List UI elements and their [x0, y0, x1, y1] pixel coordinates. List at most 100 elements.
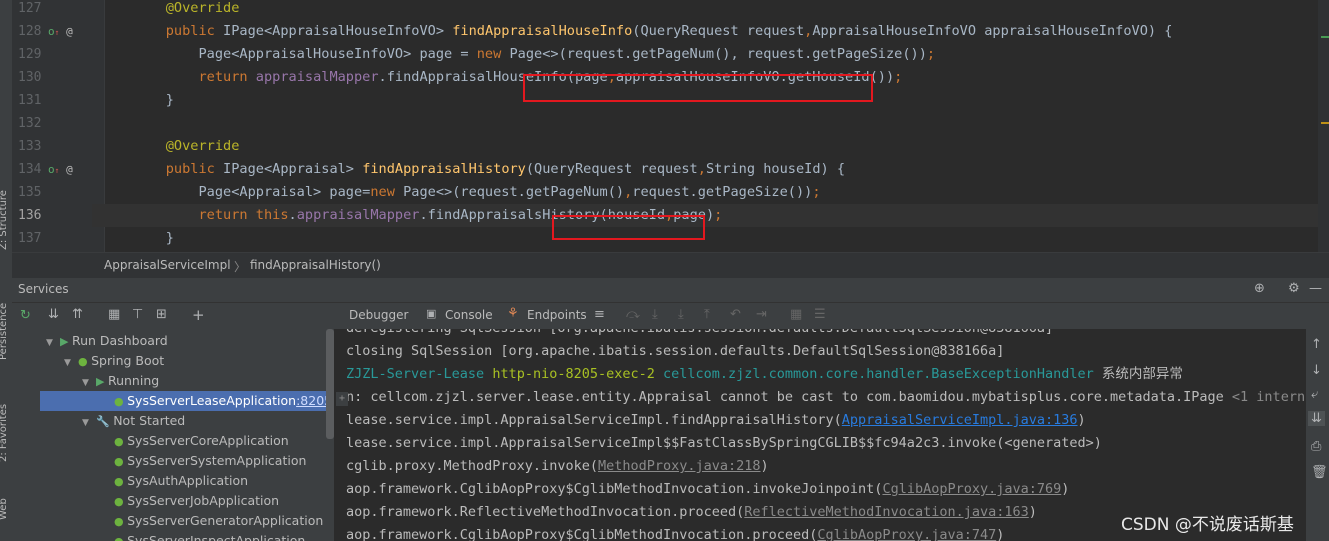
tab-console[interactable]: Console — [445, 308, 493, 322]
stacktrace-link[interactable]: CglibAopProxy.java:769 — [882, 481, 1061, 497]
console-line: ZJZL-Server-Lease http-nio-8205-exec-2 c… — [346, 366, 1183, 382]
tree-toggle-icon[interactable]: ▼ — [82, 373, 96, 393]
code-editor[interactable]: 127 @Override 128 o↑ @ public IPage<Apprai… — [12, 0, 1329, 252]
structure-tab[interactable]: Z: Structure — [0, 190, 9, 250]
breadcrumb: AppraisalServiceImpl 〉 findAppraisalHist… — [12, 252, 1329, 278]
up-arrow-icon[interactable]: ↑ — [1311, 337, 1322, 352]
code-line[interactable]: 133 @Override — [12, 135, 1329, 158]
line-number: 136 — [18, 208, 42, 223]
change-marker — [1321, 36, 1329, 38]
force-step-into-icon[interactable]: ⤓ — [678, 307, 684, 322]
run-to-cursor-icon[interactable]: ⇥ — [756, 307, 767, 322]
code-line[interactable]: 136 return this.appraisalMapper.findAppr… — [18, 204, 1329, 227]
spring-icon: ● — [114, 535, 127, 541]
breadcrumb-method[interactable]: findAppraisalHistory() — [250, 258, 381, 272]
tree-item[interactable]: ● SysServerGeneratorApplication — [100, 511, 323, 531]
tree-item-label: Run Dashboard — [71, 333, 168, 348]
tree-item[interactable]: ▼ 🔧 Not Started — [82, 411, 185, 431]
menu-icon[interactable]: ≡ — [594, 307, 605, 322]
tree-item[interactable]: ▼ ▶ Running — [82, 371, 159, 391]
gear-icon[interactable]: ⚙ — [1288, 281, 1300, 296]
tree-item-label: Spring Boot — [91, 353, 165, 368]
tree-toggle-icon[interactable]: ▼ — [46, 333, 60, 353]
print-icon[interactable]: ⎙ — [1311, 439, 1321, 454]
drop-frame-icon[interactable]: ↶ — [730, 307, 741, 322]
persistence-tab[interactable]: Persistence — [0, 303, 9, 360]
tree-item[interactable]: ● SysServerLeaseApplication:8205/ — [40, 391, 334, 411]
trace-icon[interactable]: ☰ — [814, 307, 826, 322]
console-line: lease.service.impl.AppraisalServiceImpl$… — [346, 435, 1102, 451]
code-line[interactable]: 129 Page<AppraisalHouseInfoVO> page = ne… — [12, 43, 1329, 66]
soft-wrap-icon[interactable]: ⤶ — [1311, 387, 1318, 402]
tab-endpoints[interactable]: Endpoints — [527, 308, 587, 322]
tree-item[interactable]: ● SysServerCoreApplication — [100, 431, 289, 451]
favorites-tab[interactable]: 2: Favorites — [0, 404, 9, 462]
line-number: 131 — [18, 93, 42, 108]
code-line[interactable]: 132 — [12, 112, 1329, 135]
spring-icon: ● — [78, 355, 92, 368]
highlight-box-line-136 — [552, 215, 705, 240]
spring-icon: ● — [114, 515, 128, 528]
tree-item[interactable]: ▼ ▶ Run Dashboard — [46, 331, 168, 351]
clear-icon[interactable]: 🗑 — [1311, 465, 1328, 480]
editor-scrollbar[interactable] — [1318, 0, 1329, 252]
override-gutter-icon[interactable]: o↑ @ — [48, 158, 73, 182]
code-text: @Override — [165, 138, 240, 154]
filter-icon[interactable]: ⊤ — [132, 307, 143, 322]
evaluate-icon[interactable]: ▦ — [790, 307, 802, 322]
target-icon[interactable]: ⊕ — [1254, 281, 1265, 296]
down-arrow-icon[interactable]: ↓ — [1311, 363, 1322, 378]
web-tab[interactable]: Web — [0, 498, 9, 520]
override-gutter-icon[interactable]: o↑ @ — [48, 20, 73, 44]
code-text: } — [133, 92, 174, 108]
stacktrace-link[interactable]: AppraisalServiceImpl.java:136 — [842, 412, 1078, 428]
step-out-icon[interactable]: ⤒ — [704, 307, 710, 322]
line-number: 133 — [18, 139, 42, 154]
tree-item[interactable]: ● SysServerSystemApplication — [100, 451, 306, 471]
expand-all-icon[interactable]: ⇊ — [48, 307, 59, 322]
tree-item-label: SysAuthApplication — [127, 473, 249, 488]
group-icon[interactable]: ▦ — [108, 307, 120, 322]
tree-scrollbar[interactable] — [326, 329, 334, 439]
line-number: 130 — [18, 70, 42, 85]
stacktrace-link[interactable]: CglibAopProxy.java:747 — [817, 527, 996, 541]
code-line[interactable]: 128 o↑ @ public IPage<AppraisalHouseInfoV… — [12, 20, 1329, 43]
console-line: n: cellcom.zjzl.server.lease.entity.Appr… — [346, 389, 1306, 405]
add-icon[interactable]: + — [192, 306, 205, 324]
code-line[interactable]: 127 @Override — [12, 0, 1329, 20]
console-line: closing SqlSession [org.apache.ibatis.se… — [346, 343, 1005, 359]
console-icon: ▣ — [426, 307, 437, 320]
spring-icon: ● — [114, 455, 128, 468]
console-side-toolbar: ↑ ↓ ⤶ ⇊ ⎙ 🗑 — [1306, 329, 1329, 541]
layout-icon[interactable]: ⊞ — [156, 307, 167, 322]
tab-debugger[interactable]: Debugger — [349, 308, 408, 322]
minimize-icon[interactable]: — — [1309, 281, 1322, 296]
tree-toggle-icon[interactable]: ▼ — [82, 413, 96, 433]
services-toolbar: ↻ ⇊ ⇈ ▦ ⊤ ⊞ + Debugger ▣ Console ⚘ Endpo… — [12, 303, 1329, 329]
services-tree: ▼ ▶ Run Dashboard ▼ ● Spring Boot ▼ ▶ Running… — [12, 329, 334, 541]
stacktrace-link[interactable]: ReflectiveMethodInvocation.java:163 — [744, 504, 1028, 520]
services-header: Services ⊕ ⚙ — — [12, 278, 1329, 303]
tree-item-label: SysServerJobApplication — [127, 493, 280, 508]
step-into-icon[interactable]: ⤓ — [652, 307, 658, 322]
breadcrumb-class[interactable]: AppraisalServiceImpl — [104, 258, 231, 272]
scroll-to-end-icon[interactable]: ⇊ — [1308, 411, 1325, 426]
stacktrace-link[interactable]: MethodProxy.java:218 — [598, 458, 761, 474]
highlight-box-line-130 — [523, 74, 873, 102]
tree-item[interactable]: ● SysServerInspectApplication — [100, 531, 305, 541]
collapse-all-icon[interactable]: ⇈ — [72, 307, 83, 322]
step-over-icon[interactable]: ⤼ — [626, 307, 640, 322]
spring-icon: ● — [114, 395, 128, 408]
tree-item[interactable]: ▼ ● Spring Boot — [64, 351, 164, 371]
tree-item-label: Running — [107, 373, 160, 388]
tree-item[interactable]: ● SysAuthApplication — [100, 471, 248, 491]
line-number: 137 — [18, 231, 42, 246]
code-line[interactable]: 135 Page<Appraisal> page=new Page<>(requ… — [12, 181, 1329, 204]
code-line[interactable]: 134 o↑ @ public IPage<Appraisal> findAppr… — [12, 158, 1329, 181]
code-text: public IPage<AppraisalHouseInfoVO> findA… — [165, 23, 1173, 39]
tree-toggle-icon[interactable]: ▼ — [64, 353, 78, 373]
breadcrumb-separator: 〉 — [234, 260, 247, 274]
tree-item[interactable]: ● SysServerJobApplication — [100, 491, 279, 511]
code-text: @Override — [165, 0, 240, 16]
fold-marker-icon[interactable]: + — [336, 392, 348, 406]
